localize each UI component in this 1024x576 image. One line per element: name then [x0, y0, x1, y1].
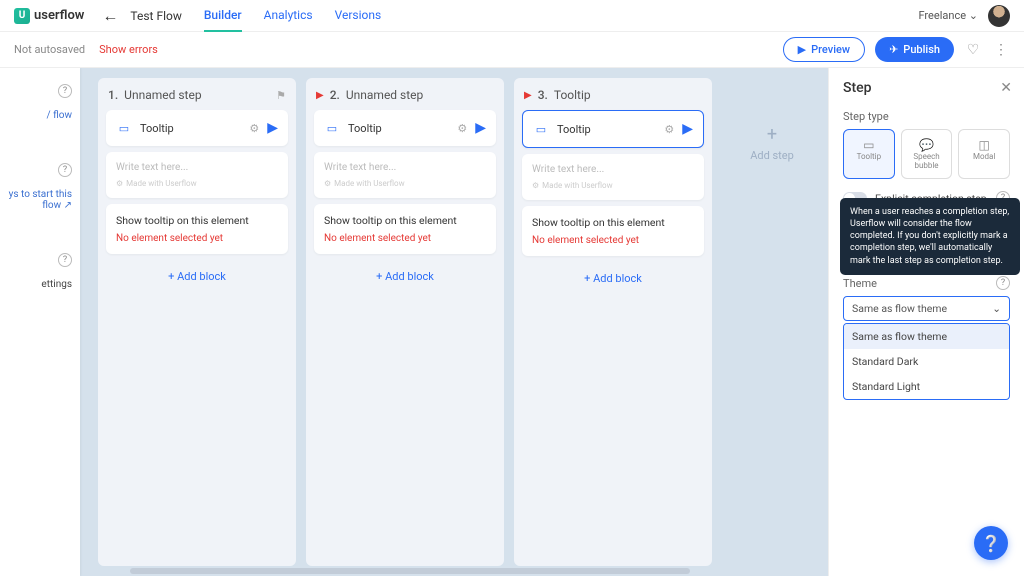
type-tile-modal[interactable]: ◫Modal [958, 129, 1010, 179]
tooltip-card[interactable]: ▭Tooltip⚙▶ [106, 110, 288, 146]
horizontal-scrollbar[interactable] [130, 568, 690, 574]
help-icon[interactable]: ? [58, 253, 72, 267]
help-icon[interactable]: ? [58, 163, 72, 177]
text-placeholder[interactable]: Write text here... [532, 164, 694, 175]
help-fab[interactable]: ❔ [974, 526, 1008, 560]
sidebar-flow[interactable]: / flow [8, 110, 72, 121]
play-icon[interactable]: ▶ [475, 120, 486, 136]
step-number: 1. [108, 88, 118, 102]
tooltip-icon: ▭ [324, 122, 340, 135]
tab-analytics[interactable]: Analytics [264, 0, 313, 32]
theme-option[interactable]: Standard Light [844, 374, 1009, 399]
made-with-badge: ⚙ Made with Userflow [116, 179, 278, 188]
step-number: 3. [538, 88, 548, 102]
more-icon[interactable]: ⋮ [992, 41, 1010, 59]
target-card[interactable]: Show tooltip on this element No element … [106, 204, 288, 254]
add-step-button[interactable]: + Add step [722, 78, 822, 566]
inspector-panel: Step ✕ Step type ▭Tooltip 💬Speech bubble… [828, 68, 1024, 576]
workspace-switcher[interactable]: Freelance ⌄ [918, 9, 978, 22]
add-block-button[interactable]: + Add block [106, 270, 288, 283]
play-icon: ▶ [798, 43, 806, 56]
content-card[interactable]: Write text here... ⚙ Made with Userflow [522, 154, 704, 200]
help-tooltip: When a user reaches a completion step, U… [840, 198, 1020, 275]
inspector-title: Step [843, 80, 1010, 96]
autosave-status: Not autosaved [14, 43, 85, 56]
add-block-button[interactable]: + Add block [522, 272, 704, 285]
text-placeholder[interactable]: Write text here... [116, 162, 278, 173]
content-card[interactable]: Write text here... ⚙ Made with Userflow [106, 152, 288, 198]
flow-name[interactable]: Test Flow [130, 9, 181, 23]
step-column: 1.Unnamed step⚑ ▭Tooltip⚙▶ Write text he… [98, 78, 296, 566]
gear-icon[interactable]: ⚙ [457, 122, 467, 135]
chevron-down-icon: ⌄ [992, 302, 1001, 315]
step-title[interactable]: Unnamed step [346, 88, 423, 102]
error-text: No element selected yet [324, 233, 486, 244]
gear-icon[interactable]: ⚙ [664, 123, 674, 136]
idea-icon[interactable]: ♡ [964, 41, 982, 59]
back-button[interactable]: ← [102, 6, 118, 26]
step-number: 2. [330, 88, 340, 102]
theme-option[interactable]: Standard Dark [844, 349, 1009, 374]
theme-option[interactable]: Same as flow theme [844, 324, 1009, 349]
close-icon[interactable]: ✕ [1000, 80, 1012, 96]
external-link-icon: ↗ [64, 200, 72, 211]
type-tile-speech[interactable]: 💬Speech bubble [901, 129, 953, 179]
send-icon: ✈ [889, 43, 898, 56]
error-text: No element selected yet [116, 233, 278, 244]
sidebar-start[interactable]: ys to start this flow ↗ [8, 189, 72, 211]
type-tile-tooltip[interactable]: ▭Tooltip [843, 129, 895, 179]
step-column: ▶3.Tooltip ▭Tooltip⚙▶ Write text here...… [514, 78, 712, 566]
tab-versions[interactable]: Versions [335, 0, 382, 32]
help-icon[interactable]: ? [58, 84, 72, 98]
step-title[interactable]: Tooltip [554, 88, 591, 102]
tooltip-icon: ▭ [533, 123, 549, 136]
tooltip-icon: ▭ [116, 122, 132, 135]
sidebar: ? / flow ? ys to start this flow ↗ ? ett… [0, 68, 80, 576]
made-with-badge: ⚙ Made with Userflow [324, 179, 486, 188]
publish-button[interactable]: ✈Publish [875, 37, 954, 62]
step-type-label: Step type [843, 110, 889, 123]
show-errors-link[interactable]: Show errors [99, 43, 158, 56]
add-block-button[interactable]: + Add block [314, 270, 496, 283]
tooltip-card[interactable]: ▭Tooltip⚙▶ [314, 110, 496, 146]
preview-button[interactable]: ▶Preview [783, 37, 865, 62]
theme-select[interactable]: Same as flow theme⌄ [843, 296, 1010, 321]
tab-builder[interactable]: Builder [204, 0, 242, 32]
play-icon[interactable]: ▶ [682, 121, 693, 137]
logo-mark-icon: U [14, 8, 30, 24]
step-column: ▶2.Unnamed step ▭Tooltip⚙▶ Write text he… [306, 78, 504, 566]
logo-text: userflow [34, 8, 84, 23]
steps-row: 1. Unnamed step ⚑ ▭ Tooltip ⚙ ▶ Write text he… [80, 68, 840, 576]
error-dot-icon: ▶ [316, 90, 324, 101]
error-text: No element selected yet [532, 235, 694, 246]
gear-icon[interactable]: ⚙ [249, 122, 259, 135]
plus-icon: + [767, 124, 777, 145]
logo[interactable]: U userflow [14, 8, 84, 24]
text-placeholder[interactable]: Write text here... [324, 162, 486, 173]
made-with-badge: ⚙ Made with Userflow [532, 181, 694, 190]
content-card[interactable]: Write text here... ⚙ Made with Userflow [314, 152, 496, 198]
play-icon[interactable]: ▶ [267, 120, 278, 136]
step-title[interactable]: Unnamed step [124, 88, 201, 102]
avatar[interactable] [988, 5, 1010, 27]
tooltip-card[interactable]: ▭Tooltip⚙▶ [522, 110, 704, 148]
error-dot-icon: ▶ [524, 90, 532, 101]
theme-label: Theme [843, 277, 877, 290]
sidebar-settings[interactable]: ettings [8, 279, 72, 290]
target-card[interactable]: Show tooltip on this element No element … [314, 204, 496, 254]
target-card[interactable]: Show tooltip on this element No element … [522, 206, 704, 256]
theme-dropdown: Same as flow theme Standard Dark Standar… [843, 323, 1010, 400]
flag-icon[interactable]: ⚑ [276, 89, 286, 102]
